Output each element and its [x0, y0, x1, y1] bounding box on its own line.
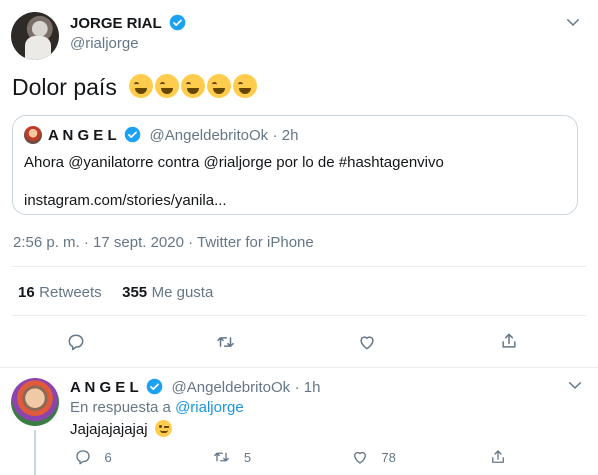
reply-like-button[interactable]: 78 — [351, 448, 485, 467]
divider — [0, 367, 598, 368]
reply-text: Jajajajajajaj — [70, 421, 148, 438]
quoted-tweet[interactable]: A N G E L @AngeldebritoOk · 2h Ahora @ya… — [12, 115, 578, 215]
share-icon — [492, 450, 505, 463]
author-avatar[interactable] — [11, 12, 59, 60]
reply-author-handle[interactable]: @AngeldebritoOk — [172, 379, 291, 396]
reply-count: 6 — [104, 450, 112, 465]
tweet-timestamp[interactable]: 2:56 p. m. · 17 sept. 2020 · Twitter for… — [13, 234, 314, 251]
chevron-down-icon[interactable] — [564, 13, 582, 31]
retweets-label: Retweets — [39, 284, 102, 301]
quoted-time: · 2h — [272, 127, 299, 144]
quoted-author-name: A N G E L — [48, 127, 117, 144]
retweet-icon[interactable] — [215, 332, 236, 352]
reply-retweet-button[interactable]: 5 — [212, 448, 346, 467]
retweets-count: 16 — [18, 284, 35, 301]
thread-line — [34, 430, 36, 475]
author-handle[interactable]: @rialjorge — [70, 35, 139, 52]
laughing-emoji-icon — [127, 74, 258, 100]
likes-label: Me gusta — [151, 284, 214, 301]
winking-emoji-icon — [155, 420, 173, 437]
reply-share-button[interactable] — [489, 448, 513, 467]
verified-icon — [169, 14, 186, 31]
share-icon[interactable] — [499, 331, 519, 351]
chevron-down-icon[interactable] — [566, 376, 584, 394]
quoted-link: instagram.com/stories/yanila... — [24, 192, 227, 209]
like-count: 78 — [381, 450, 396, 465]
retweets-stat[interactable]: 16 Retweets — [18, 284, 106, 301]
retweet-count: 5 — [243, 450, 252, 465]
like-icon — [353, 451, 366, 464]
likes-count: 355 — [122, 284, 148, 301]
divider — [12, 315, 586, 316]
quoted-text-line1: Ahora @yanilatorre contra @rialjorge por… — [24, 154, 444, 171]
tweet-text: Dolor país — [12, 74, 117, 100]
in-reply-to-handle[interactable]: @rialjorge — [175, 399, 244, 416]
reply-icon — [76, 450, 90, 465]
likes-stat[interactable]: 355 Me gusta — [122, 284, 213, 301]
in-reply-to-label: En respuesta a — [70, 399, 171, 416]
verified-icon — [124, 126, 141, 143]
like-icon[interactable] — [357, 332, 377, 352]
reply-time[interactable]: · 1h — [295, 379, 321, 396]
reply-icon[interactable] — [66, 332, 86, 352]
reply-reply-button[interactable]: 6 — [74, 448, 208, 467]
reply-avatar[interactable] — [11, 378, 59, 426]
quoted-avatar — [24, 126, 42, 144]
author-name[interactable]: JORGE RIAL — [70, 15, 162, 32]
retweet-icon — [214, 452, 230, 462]
divider — [12, 266, 586, 267]
quoted-author-handle: @AngeldebritoOk — [149, 127, 269, 144]
verified-icon — [146, 378, 163, 395]
reply-author-name[interactable]: A N G E L — [70, 379, 139, 396]
